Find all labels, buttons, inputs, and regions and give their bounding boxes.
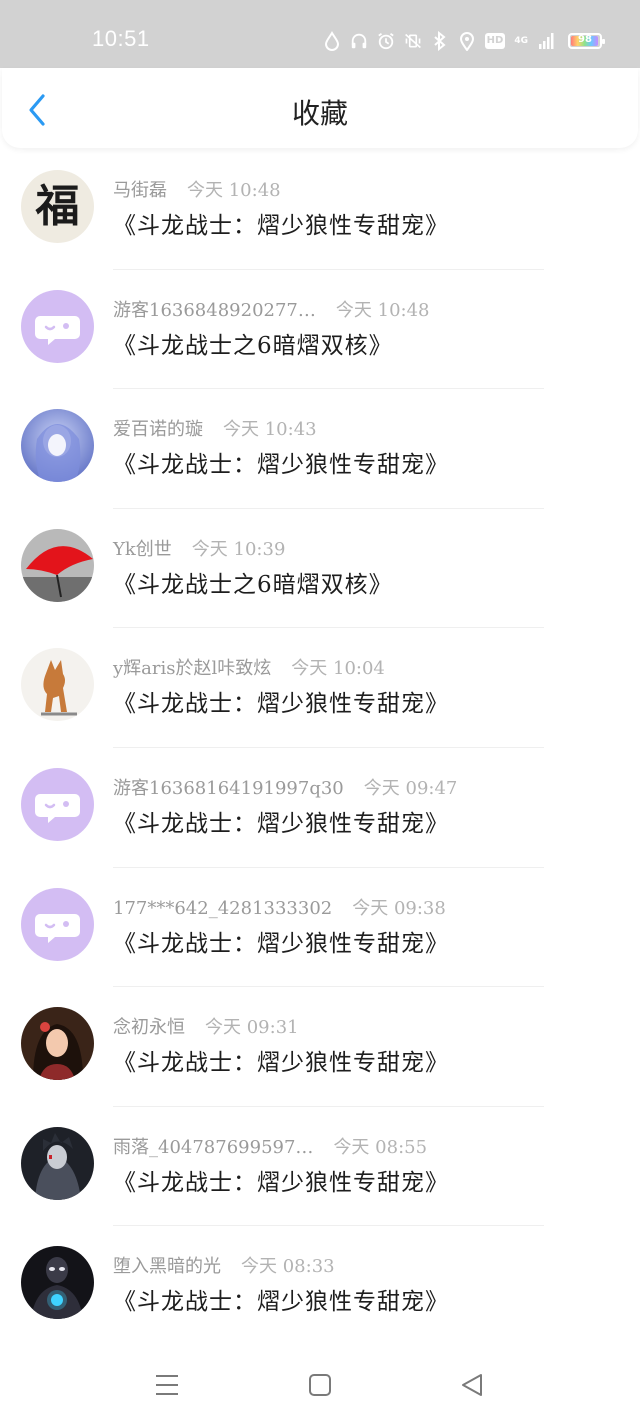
status-icons: HD 4G 98 [323, 28, 605, 54]
item-author: 爱百诺的璇 [113, 419, 203, 441]
item-title: 《斗龙战士：熠少狼性专甜宠》 [113, 1289, 449, 1316]
item-time: 今天 09:38 [352, 897, 446, 919]
menu-icon [156, 1375, 178, 1395]
bluetooth-icon [431, 31, 449, 51]
battery-level: 98 [578, 34, 592, 45]
item-time: 今天 10:48 [335, 299, 430, 321]
list-item[interactable]: 念初永恒 今天 09:31 《斗龙战士：熠少狼性专甜宠》 [0, 987, 640, 1107]
list-item[interactable]: 177***642_4281333302 今天 09:38 《斗龙战士：熠少狼性专… [0, 868, 640, 988]
item-time: 今天 10:39 [191, 538, 286, 560]
default-chat-avatar[interactable] [21, 767, 94, 841]
default-chat-avatar[interactable] [21, 289, 94, 363]
svg-text:福: 福 [35, 181, 80, 232]
item-meta: 177***642_4281333302 今天 09:38 [113, 894, 446, 920]
signal-icon [537, 31, 555, 51]
list-item[interactable]: 游客1636848920277… 今天 10:48 《斗龙战士之6暗熠双核》 [0, 270, 640, 390]
alarm-icon [377, 31, 395, 51]
list-item[interactable]: 游客16368164191997q30 今天 09:47 《斗龙战士：熠少狼性专甜… [0, 748, 640, 868]
item-time: 今天 09:31 [205, 1017, 299, 1039]
item-title: 《斗龙战士之6暗熠双核》 [113, 332, 393, 359]
list-item[interactable]: 爱百诺的璇 今天 10:43 《斗龙战士：熠少狼性专甜宠》 [0, 389, 640, 509]
vibrate-off-icon [404, 31, 422, 51]
item-author: 177***642_4281333302 [113, 897, 333, 919]
list-item[interactable]: 福 马街磊 今天 10:48 《斗龙战士：熠少狼性专甜宠》 [0, 150, 640, 270]
item-meta: y辉aris於赵l咔致炫 今天 10:04 [113, 654, 385, 680]
home-square-icon [309, 1374, 331, 1396]
dark-character-avatar[interactable] [21, 1126, 94, 1200]
item-meta: 游客16368164191997q30 今天 09:47 [113, 774, 457, 800]
item-author: 雨落_404787699597… [113, 1136, 314, 1158]
red-umbrella-avatar[interactable] [21, 528, 94, 602]
default-chat-avatar[interactable] [21, 887, 94, 961]
home-button[interactable] [305, 1370, 335, 1400]
hd-icon: HD [484, 33, 506, 49]
item-meta: 爱百诺的璇 今天 10:43 [113, 415, 317, 441]
item-meta: 堕入黑暗的光 今天 08:33 [113, 1252, 335, 1278]
item-author: 堕入黑暗的光 [113, 1256, 221, 1278]
item-time: 今天 10:43 [223, 419, 317, 441]
item-title: 《斗龙战士：熠少狼性专甜宠》 [113, 810, 449, 837]
list-item[interactable]: 堕入黑暗的光 今天 08:33 《斗龙战士：熠少狼性专甜宠》 [0, 1226, 640, 1346]
header: 收藏 [2, 68, 638, 148]
favorites-list: 福 马街磊 今天 10:48 《斗龙战士：熠少狼性专甜宠》 游客163684892… [0, 150, 640, 1346]
item-meta: 马街磊 今天 10:48 [113, 176, 281, 202]
list-item[interactable]: y辉aris於赵l咔致炫 今天 10:04 《斗龙战士：熠少狼性专甜宠》 [0, 628, 640, 748]
network-4g-icon: 4G [514, 35, 528, 46]
page-title: 收藏 [291, 97, 348, 130]
fu-character-avatar[interactable]: 福 [21, 170, 94, 243]
item-time: 今天 08:33 [241, 1256, 335, 1278]
item-author: y辉aris於赵l咔致炫 [113, 658, 272, 680]
item-author: Yk创世 [113, 538, 172, 560]
item-author: 念初永恒 [113, 1017, 185, 1039]
list-item[interactable]: Yk创世 今天 10:39 《斗龙战士之6暗熠双核》 [0, 509, 640, 629]
item-author: 游客1636848920277… [113, 299, 316, 321]
item-title: 《斗龙战士：熠少狼性专甜宠》 [113, 1050, 449, 1077]
item-meta: 雨落_404787699597… 今天 08:55 [113, 1133, 427, 1159]
item-time: 今天 08:55 [333, 1136, 428, 1158]
item-meta: Yk创世 今天 10:39 [113, 535, 285, 561]
item-title: 《斗龙战士：熠少狼性专甜宠》 [113, 213, 449, 239]
dark-hero-avatar[interactable] [21, 1246, 94, 1320]
status-time: 10:51 [92, 26, 150, 51]
item-time: 今天 10:48 [187, 180, 281, 201]
girl-portrait-avatar[interactable] [21, 1007, 94, 1081]
item-title: 《斗龙战士：熠少狼性专甜宠》 [113, 691, 449, 718]
status-bar: 10:51 HD 4G 98 [0, 0, 640, 68]
menu-button[interactable] [152, 1370, 182, 1400]
back-nav-button[interactable] [457, 1370, 487, 1400]
list-item[interactable]: 雨落_404787699597… 今天 08:55 《斗龙战士：熠少狼性专甜宠》 [0, 1107, 640, 1227]
item-meta: 念初永恒 今天 09:31 [113, 1013, 299, 1039]
item-author: 马街磊 [113, 180, 167, 201]
location-icon [458, 31, 476, 51]
water-drop-icon [323, 31, 341, 51]
item-author: 游客16368164191997q30 [113, 777, 344, 799]
headphones-icon [350, 31, 368, 51]
item-title: 《斗龙战士之6暗熠双核》 [113, 571, 393, 598]
back-triangle-icon [462, 1374, 482, 1396]
item-time: 今天 10:04 [291, 658, 385, 680]
item-meta: 游客1636848920277… 今天 10:48 [113, 296, 430, 322]
item-title: 《斗龙战士：熠少狼性专甜宠》 [113, 930, 449, 957]
dog-avatar[interactable] [21, 648, 94, 722]
item-title: 《斗龙战士：熠少狼性专甜宠》 [113, 1169, 449, 1196]
item-time: 今天 09:47 [363, 777, 458, 799]
battery-icon: 98 [568, 33, 605, 49]
system-nav-bar [0, 1344, 640, 1422]
item-title: 《斗龙战士：熠少狼性专甜宠》 [113, 452, 449, 479]
anime-girl-blue-avatar[interactable] [21, 409, 94, 483]
